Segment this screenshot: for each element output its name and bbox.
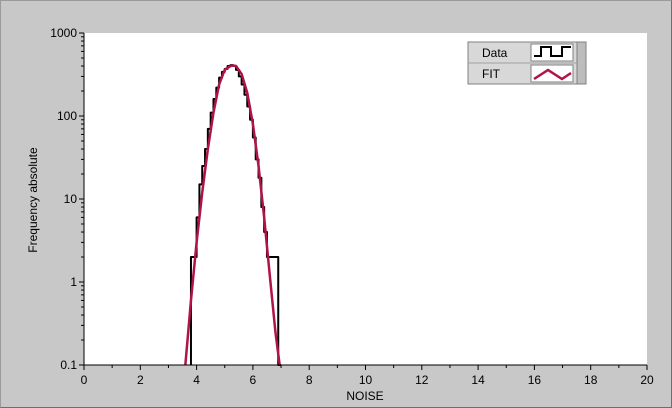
x-tick-label: 14 [471, 373, 485, 387]
x-tick-label: 18 [584, 373, 598, 387]
y-tick-label: 1 [70, 275, 77, 289]
x-tick-label: 0 [81, 373, 88, 387]
legend-scrollbar[interactable] [576, 41, 587, 85]
chart-window: 0 2 4 6 8 10 12 14 16 18 20 0.1 1 10 100 1000 NOISE Fr… [0, 0, 672, 408]
chart-svg: 0 2 4 6 8 10 12 14 16 18 20 0.1 1 10 100 1000 NOISE Fr… [26, 26, 654, 403]
y-tick-label: 0.1 [60, 358, 77, 372]
x-tick-label: 8 [306, 373, 313, 387]
legend[interactable]: Data FIT [467, 41, 587, 85]
x-tick-label: 2 [137, 373, 144, 387]
x-tick-label: 16 [528, 373, 542, 387]
y-tick-label: 100 [57, 109, 77, 123]
y-axis-title: Frequency absolute [26, 147, 40, 253]
y-tick-label: 10 [64, 192, 78, 206]
x-tick-label: 20 [640, 373, 654, 387]
y-tick-label: 1000 [50, 26, 77, 40]
x-tick-label: 6 [250, 373, 257, 387]
x-tick-label: 12 [415, 373, 429, 387]
x-tick-label: 10 [359, 373, 373, 387]
x-axis-title: NOISE [346, 389, 383, 403]
legend-label-data: Data [482, 46, 508, 60]
x-ticks: 0 2 4 6 8 10 12 14 16 18 20 [81, 365, 654, 387]
y-ticks: 0.1 1 10 100 1000 [50, 26, 84, 372]
x-tick-label: 4 [193, 373, 200, 387]
legend-label-fit: FIT [482, 67, 501, 81]
